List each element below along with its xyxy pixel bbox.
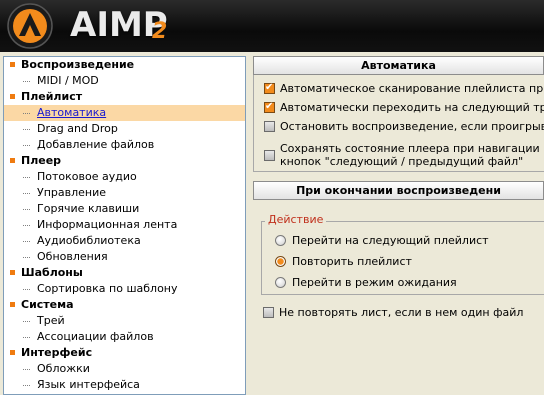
tree-category-label: Шаблоны bbox=[21, 266, 83, 279]
tree-line-icon bbox=[23, 241, 30, 242]
tree-line-icon bbox=[23, 81, 30, 82]
bullet-icon bbox=[10, 270, 15, 275]
tree-line-icon bbox=[23, 209, 30, 210]
tree-line-icon bbox=[23, 321, 30, 322]
tree-line-icon bbox=[23, 289, 30, 290]
tree-item-drag-and-drop[interactable]: Drag and Drop bbox=[4, 121, 245, 137]
tree-item-streaming-audio[interactable]: Потоковое аудио bbox=[4, 169, 245, 185]
tree-item-skins[interactable]: Обложки bbox=[4, 361, 245, 377]
tree-item-label: Добавление файлов bbox=[37, 138, 155, 151]
tree-item-add-files[interactable]: Добавление файлов bbox=[4, 137, 245, 153]
automation-section: Автоматическое сканирование плейлиста пр… bbox=[253, 75, 544, 172]
tree-category-player[interactable]: Плеер bbox=[4, 153, 245, 169]
bullet-icon bbox=[10, 94, 15, 99]
tree-line-icon bbox=[23, 145, 30, 146]
tree-category-label: Плеер bbox=[21, 154, 62, 167]
tree-item-midi-mod[interactable]: MIDI / MOD bbox=[4, 73, 245, 89]
tree-item-label: Обложки bbox=[37, 362, 90, 375]
option-label-line2: кнопок "следующий / предыдущий файл" bbox=[280, 155, 524, 168]
tree-item-label: Ассоциации файлов bbox=[37, 330, 154, 343]
tree-item-file-associations[interactable]: Ассоциации файлов bbox=[4, 329, 245, 345]
tree-line-icon bbox=[23, 113, 30, 114]
tree-item-label: Язык интерфейса bbox=[37, 378, 140, 391]
tree-item-info-ticker[interactable]: Информационная лента bbox=[4, 217, 245, 233]
tree-item-hotkeys[interactable]: Горячие клавиши bbox=[4, 201, 245, 217]
option-label: Автоматическое сканирование плейлиста пр… bbox=[280, 82, 544, 95]
auto-next-track-checkbox[interactable] bbox=[264, 100, 275, 114]
save-player-state-checkbox[interactable] bbox=[264, 150, 275, 161]
tree-item-label: Информационная лента bbox=[37, 218, 178, 231]
tree-item-label: Drag and Drop bbox=[37, 122, 118, 135]
radio-label: Повторить плейлист bbox=[292, 255, 412, 268]
action-group-label: Действие bbox=[265, 213, 327, 227]
repeat-playlist-radio[interactable] bbox=[275, 256, 286, 267]
tree-line-icon bbox=[23, 177, 30, 178]
tree-item-label: Обновления bbox=[37, 250, 108, 263]
tree-item-updates[interactable]: Обновления bbox=[4, 249, 245, 265]
end-of-playback-section-header: При окончании воспроизведени bbox=[253, 181, 544, 200]
tree-category-system[interactable]: Система bbox=[4, 297, 245, 313]
bullet-icon bbox=[10, 302, 15, 307]
aimp-logo-icon bbox=[7, 3, 53, 49]
bullet-icon bbox=[10, 158, 15, 163]
tree-line-icon bbox=[23, 385, 30, 386]
settings-tree: Воспроизведение MIDI / MOD Плейлист Авто… bbox=[3, 56, 246, 395]
tree-item-label: Сортировка по шаблону bbox=[37, 282, 178, 295]
bullet-icon bbox=[10, 62, 15, 67]
tree-item-audio-library[interactable]: Аудиобиблиотека bbox=[4, 233, 245, 249]
standby-mode-radio[interactable] bbox=[275, 277, 286, 288]
tree-item-label: Горячие клавиши bbox=[37, 202, 140, 215]
tree-item-label: Трей bbox=[37, 314, 65, 327]
tree-item-template-sorting[interactable]: Сортировка по шаблону bbox=[4, 281, 245, 297]
option-label: Автоматически переходить на следующий тр… bbox=[280, 101, 544, 114]
tree-category-label: Система bbox=[21, 298, 74, 311]
tree-item-control[interactable]: Управление bbox=[4, 185, 245, 201]
bullet-icon bbox=[10, 350, 15, 355]
tree-item-label: Потоковое аудио bbox=[37, 170, 137, 183]
tree-line-icon bbox=[23, 225, 30, 226]
tree-category-label: Воспроизведение bbox=[21, 58, 135, 71]
tree-line-icon bbox=[23, 369, 30, 370]
option-label: Остановить воспроизведение, если проигры… bbox=[280, 120, 544, 133]
tree-line-icon bbox=[23, 337, 30, 338]
tree-category-label: Интерфейс bbox=[21, 346, 93, 359]
go-next-playlist-radio[interactable] bbox=[275, 235, 286, 246]
tree-line-icon bbox=[23, 129, 30, 130]
tree-category-label: Плейлист bbox=[21, 90, 83, 103]
auto-scan-playlist-checkbox[interactable] bbox=[264, 81, 275, 95]
automation-section-header: Автоматика bbox=[253, 56, 544, 75]
stop-playback-checkbox[interactable] bbox=[264, 121, 275, 132]
tree-line-icon bbox=[23, 257, 30, 258]
settings-panel: Автоматика Автоматическое сканирование п… bbox=[253, 56, 544, 395]
app-header: AIMP 2 bbox=[0, 0, 544, 52]
tree-item-automation[interactable]: Автоматика bbox=[4, 105, 245, 121]
option-label: Не повторять лист, если в нем один файл bbox=[279, 306, 524, 319]
radio-label: Перейти в режим ожидания bbox=[292, 276, 457, 289]
tree-category-templates[interactable]: Шаблоны bbox=[4, 265, 245, 281]
tree-category-interface[interactable]: Интерфейс bbox=[4, 345, 245, 361]
radio-label: Перейти на следующий плейлист bbox=[292, 234, 489, 247]
option-label: Сохранять состояние плеера при навигации… bbox=[280, 142, 544, 155]
tree-item-label: Управление bbox=[37, 186, 107, 199]
tree-item-label: Аудиобиблиотека bbox=[37, 234, 141, 247]
tree-category-playback[interactable]: Воспроизведение bbox=[4, 57, 245, 73]
tree-category-playlist[interactable]: Плейлист bbox=[4, 89, 245, 105]
tree-item-label: MIDI / MOD bbox=[37, 74, 99, 87]
tree-item-interface-language[interactable]: Язык интерфейса bbox=[4, 377, 245, 393]
no-repeat-single-file-checkbox[interactable] bbox=[263, 307, 274, 318]
tree-item-label: Автоматика bbox=[37, 106, 107, 119]
tree-item-tray[interactable]: Трей bbox=[4, 313, 245, 329]
app-version: 2 bbox=[152, 19, 168, 44]
tree-line-icon bbox=[23, 193, 30, 194]
